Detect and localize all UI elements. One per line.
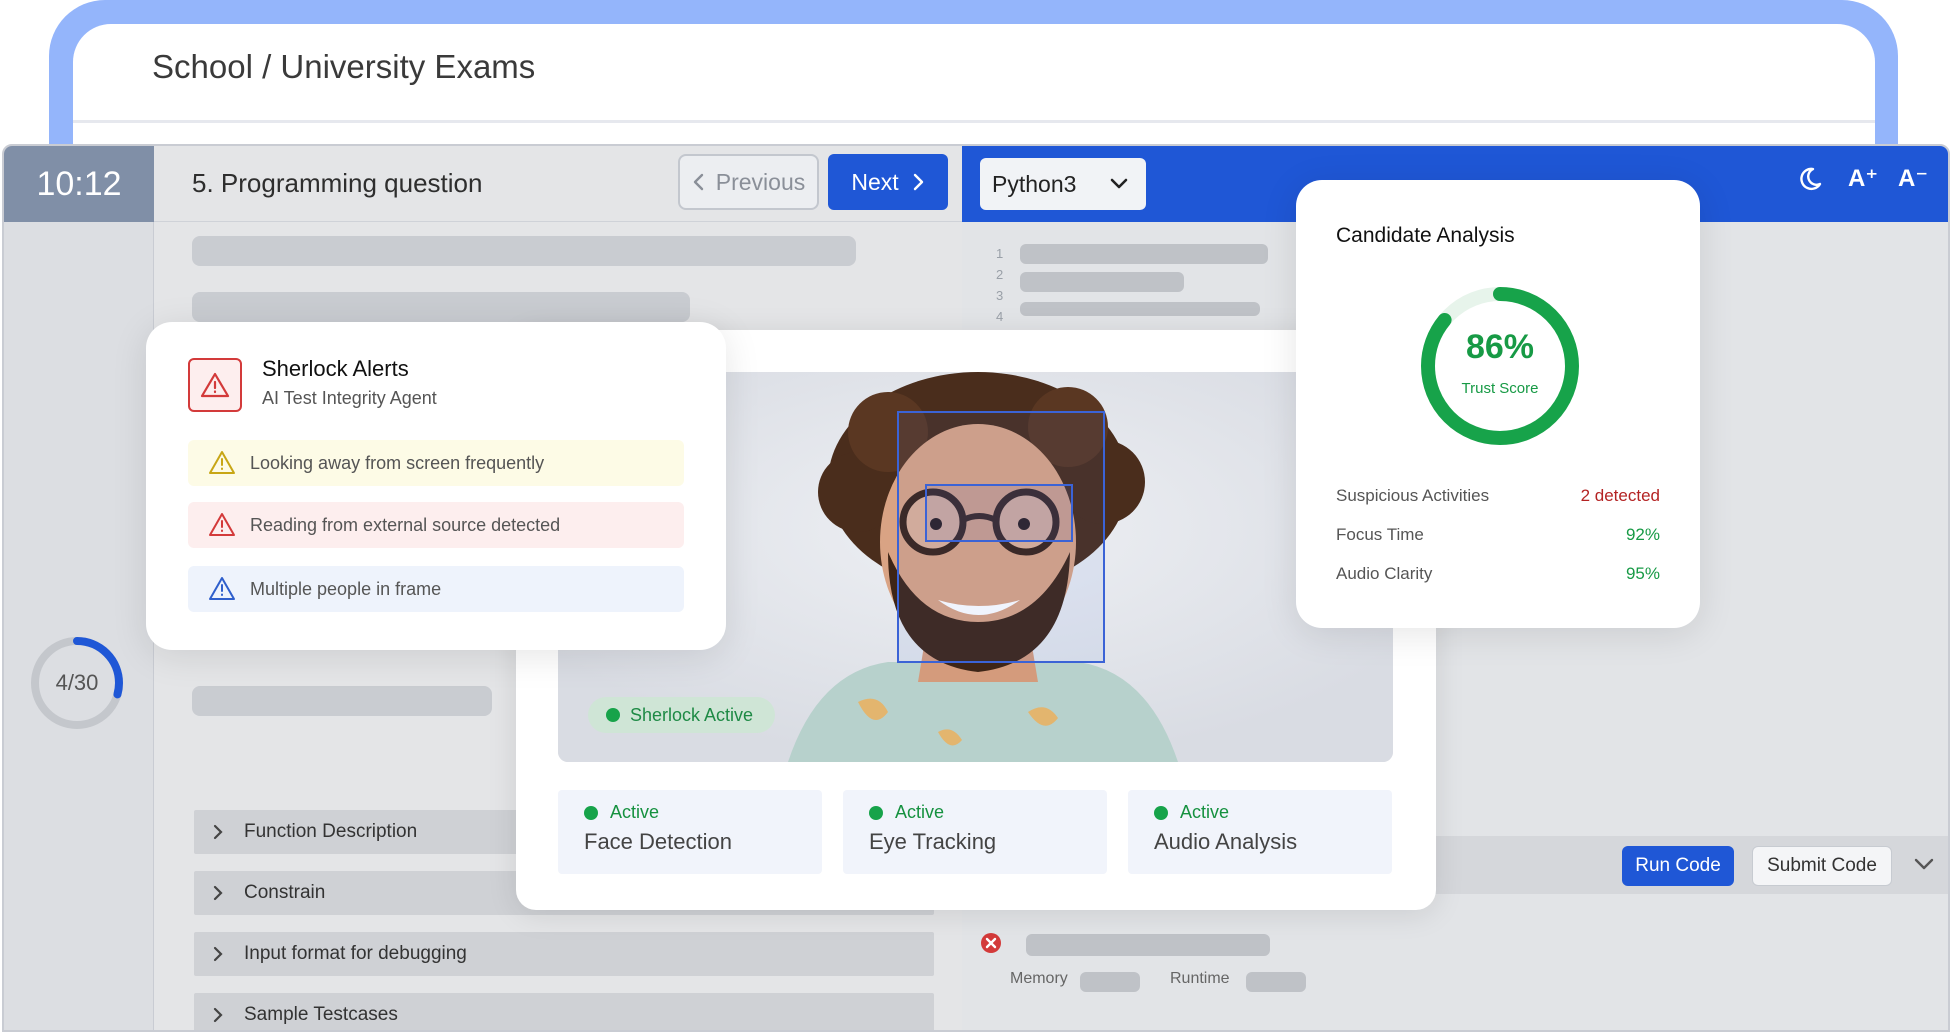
language-select-value: Python3 [992,170,1077,197]
alerts-title: Sherlock Alerts [262,356,409,381]
language-select[interactable]: Python3 [980,158,1146,210]
line-number: 1 [996,246,1004,261]
metric-focus-time: Focus Time 92% [1336,525,1660,545]
run-code-button[interactable]: Run Code [1622,846,1734,886]
feature-audio-analysis: Active Audio Analysis [1128,790,1392,874]
page-root: School / University Exams 10:12 4/30 5. … [0,0,1952,1032]
testcase-result-placeholder [1026,934,1270,956]
line-number: 4 [996,309,1004,324]
line-number: 2 [996,267,1004,282]
question-title: 5. Programming question [192,168,483,198]
chevron-right-icon [913,173,923,191]
sherlock-active-label: Sherlock Active [630,704,754,725]
feature-name: Audio Analysis [1154,829,1298,854]
feature-status-label: Active [1180,802,1230,822]
editor-header-tools: A⁺ A⁻ [1800,164,1928,193]
feature-status: Active [584,802,796,823]
question-header: 5. Programming question Previous Next [154,146,962,222]
chevron-down-icon [1110,178,1128,189]
chevron-down-icon[interactable] [1912,852,1936,876]
alerts-subtitle: AI Test Integrity Agent [262,388,437,408]
warning-icon [209,577,235,600]
feature-status-label: Active [895,802,945,822]
metric-value: 95% [1625,564,1660,583]
question-text-placeholder [192,686,492,716]
alert-item: Looking away from screen frequently [188,440,684,486]
back-card-divider [73,120,1875,123]
code-line-placeholder [1020,244,1268,264]
feature-name: Eye Tracking [869,829,997,854]
metric-value: 2 detected [1580,486,1660,505]
candidate-analysis-card: Candidate Analysis 86% Trust Score Suspi… [1296,180,1700,628]
runtime-label: Runtime [1170,970,1230,987]
moon-icon[interactable] [1800,165,1828,193]
eye-tracking-box [925,484,1073,542]
runtime-value-placeholder [1246,972,1306,992]
analysis-title: Candidate Analysis [1336,224,1515,247]
chevron-right-icon [213,824,223,840]
previous-button-label: Previous [715,168,806,195]
warning-icon [209,451,235,474]
status-dot [606,708,620,722]
sherlock-alerts-card: Sherlock Alerts AI Test Integrity Agent … [146,322,726,650]
accordion-input-format[interactable]: Input format for debugging [194,932,934,976]
trust-score-label: Trust Score [1461,380,1539,397]
metric-audio-clarity: Audio Clarity 95% [1336,564,1660,584]
memory-label: Memory [1010,970,1068,987]
progress-count: 4/30 [55,670,99,695]
exam-timer: 10:12 [4,146,154,222]
chevron-left-icon [693,173,703,191]
feature-status-label: Active [610,802,660,822]
feature-face-detection: Active Face Detection [558,790,822,874]
font-increase-button[interactable]: A⁺ [1848,164,1878,193]
next-button-label: Next [851,168,899,195]
alert-text: Multiple people in frame [250,578,442,599]
alert-text: Reading from external source detected [250,514,561,535]
feature-name: Face Detection [584,829,732,854]
accordion-sample-testcases[interactable]: Sample Testcases [194,993,934,1030]
memory-value-placeholder [1080,972,1140,992]
feature-eye-tracking: Active Eye Tracking [843,790,1107,874]
alert-triangle-icon [188,358,242,412]
accordion-label: Sample Testcases [244,1004,398,1025]
chevron-right-icon [213,885,223,901]
question-text-placeholder [192,292,690,322]
question-text-placeholder [192,236,856,266]
next-button[interactable]: Next [828,154,948,210]
feature-status: Active [869,802,1081,823]
warning-icon [209,513,235,536]
feature-status: Active [1154,802,1366,823]
sherlock-active-badge: Sherlock Active [588,697,776,733]
left-rail [4,222,154,1030]
line-number: 3 [996,288,1004,303]
accordion-label: Function Description [244,821,418,842]
metric-label: Focus Time [1336,525,1424,544]
chevron-right-icon [213,1007,223,1023]
trust-score-value: 86% [1465,328,1535,366]
chevron-right-icon [213,946,223,962]
code-line-placeholder [1020,302,1260,316]
metric-label: Audio Clarity [1336,564,1433,583]
metric-value: 92% [1625,525,1660,544]
back-card-title: School / University Exams [152,48,536,85]
font-decrease-button[interactable]: A⁻ [1898,164,1928,193]
alert-item: Multiple people in frame [188,566,684,612]
code-line-placeholder [1020,272,1184,292]
error-icon [981,933,1001,953]
previous-button[interactable]: Previous [678,154,819,210]
metric-label: Suspicious Activities [1336,486,1490,505]
accordion-label: Constrain [244,882,326,903]
status-dot [584,805,598,820]
status-dot [869,805,883,820]
metric-suspicious-activities: Suspicious Activities 2 detected [1336,486,1660,506]
status-dot [1154,805,1168,820]
submit-code-button[interactable]: Submit Code [1752,846,1892,886]
alert-text: Looking away from screen frequently [250,452,545,473]
accordion-label: Input format for debugging [244,943,467,964]
alert-item: Reading from external source detected [188,502,684,548]
